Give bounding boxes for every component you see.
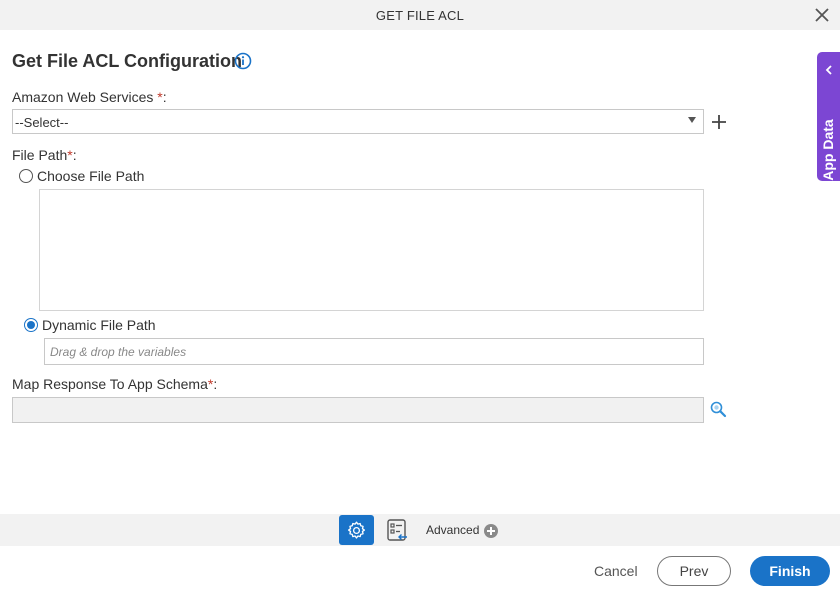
- app-data-tab[interactable]: App Data: [817, 52, 840, 181]
- close-icon[interactable]: [813, 6, 831, 24]
- schema-label: Map Response To App Schema*:: [12, 376, 217, 392]
- chevron-left-icon: [825, 65, 832, 75]
- info-icon[interactable]: [234, 52, 252, 70]
- dynamic-file-path-radio[interactable]: [24, 318, 38, 332]
- add-connection-icon[interactable]: [709, 112, 729, 132]
- schema-label-text: Map Response To App Schema: [12, 376, 208, 392]
- dynamic-file-path-input[interactable]: Drag & drop the variables: [44, 338, 704, 365]
- file-path-area[interactable]: [39, 189, 704, 311]
- schema-input[interactable]: [12, 397, 704, 423]
- dynamic-file-path-placeholder: Drag & drop the variables: [50, 345, 187, 359]
- file-path-label-text: File Path: [12, 147, 68, 163]
- aws-select-value: --Select--: [15, 115, 69, 130]
- title-bar: GET FILE ACL: [0, 0, 840, 30]
- dynamic-file-path-label[interactable]: Dynamic File Path: [42, 317, 156, 333]
- label-colon: :: [162, 89, 167, 105]
- file-path-label: File Path*:: [12, 147, 77, 163]
- gear-icon: [347, 521, 366, 539]
- aws-select[interactable]: --Select--: [12, 109, 704, 134]
- aws-label: Amazon Web Services *:: [12, 89, 167, 105]
- label-colon: :: [213, 376, 218, 392]
- app-data-label: App Data: [820, 119, 836, 181]
- task-list-icon[interactable]: [384, 517, 410, 543]
- page-title: Get File ACL Configuration: [12, 51, 242, 71]
- settings-button[interactable]: [339, 515, 374, 545]
- prev-button[interactable]: Prev: [657, 556, 731, 586]
- window-title: GET FILE ACL: [375, 8, 465, 23]
- choose-file-path-radio[interactable]: [19, 169, 33, 183]
- aws-label-text: Amazon Web Services: [12, 89, 154, 105]
- label-colon: :: [72, 147, 77, 163]
- finish-button[interactable]: Finish: [750, 556, 830, 586]
- cancel-button[interactable]: Cancel: [594, 563, 638, 579]
- dropdown-arrow-icon: [688, 117, 696, 123]
- bottom-toolbar: [0, 514, 840, 546]
- search-icon[interactable]: [709, 400, 727, 418]
- advanced-plus-icon[interactable]: [484, 524, 498, 538]
- choose-file-path-label[interactable]: Choose File Path: [37, 168, 144, 184]
- advanced-link[interactable]: Advanced: [426, 523, 479, 537]
